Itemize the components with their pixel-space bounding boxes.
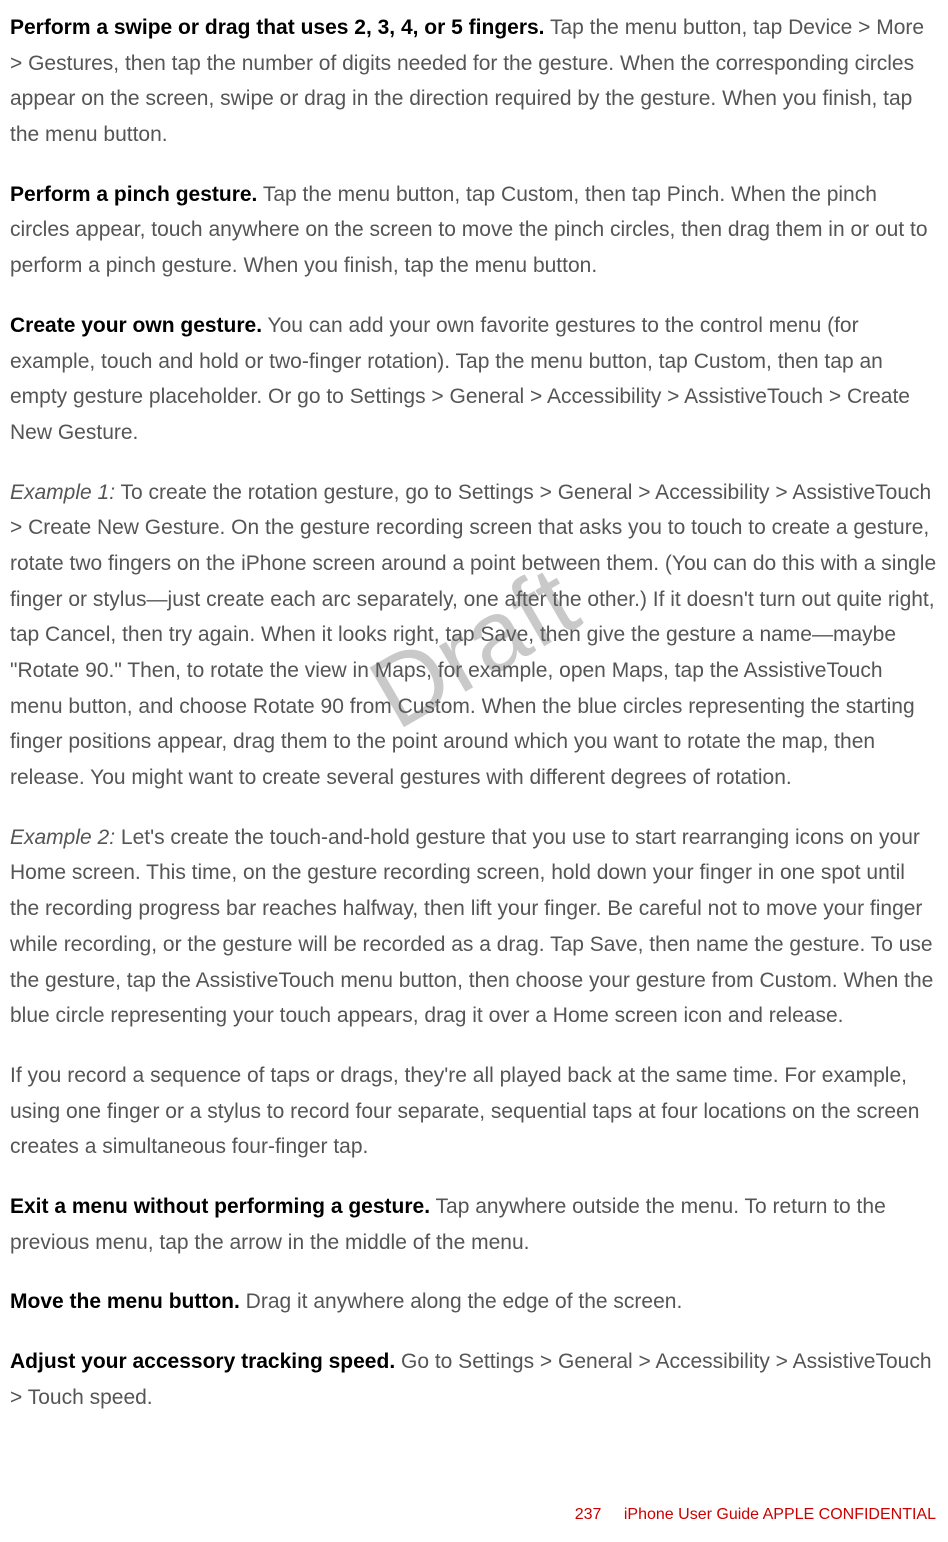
paragraph-example-1: Example 1: To create the rotation gestur… — [10, 475, 938, 796]
paragraph-sequence: If you record a sequence of taps or drag… — [10, 1058, 938, 1165]
document-body: Perform a swipe or drag that uses 2, 3, … — [10, 10, 938, 1415]
lead-create-gesture: Create your own gesture. — [10, 314, 262, 337]
confidential-label: APPLE CONFIDENTIAL — [759, 1506, 936, 1523]
lead-exit-menu: Exit a menu without performing a gesture… — [10, 1195, 430, 1218]
doc-title: iPhone User Guide — [624, 1506, 759, 1523]
page-footer: 237 iPhone User Guide APPLE CONFIDENTIAL — [575, 1506, 936, 1524]
body-example-1: To create the rotation gesture, go to Se… — [10, 481, 936, 790]
page-number: 237 — [575, 1506, 602, 1523]
paragraph-move-button: Move the menu button. Drag it anywhere a… — [10, 1284, 938, 1320]
lead-example-1: Example 1: — [10, 481, 115, 504]
paragraph-exit-menu: Exit a menu without performing a gesture… — [10, 1189, 938, 1260]
lead-example-2: Example 2: — [10, 826, 115, 849]
paragraph-pinch: Perform a pinch gesture. Tap the menu bu… — [10, 177, 938, 284]
body-example-2: Let's create the touch-and-hold gesture … — [10, 826, 933, 1027]
body-move-button: Drag it anywhere along the edge of the s… — [240, 1290, 682, 1313]
paragraph-example-2: Example 2: Let's create the touch-and-ho… — [10, 820, 938, 1034]
paragraph-tracking-speed: Adjust your accessory tracking speed. Go… — [10, 1344, 938, 1415]
lead-pinch: Perform a pinch gesture. — [10, 183, 257, 206]
lead-tracking-speed: Adjust your accessory tracking speed. — [10, 1350, 395, 1373]
body-sequence: If you record a sequence of taps or drag… — [10, 1064, 919, 1158]
paragraph-swipe-drag: Perform a swipe or drag that uses 2, 3, … — [10, 10, 938, 153]
paragraph-create-gesture: Create your own gesture. You can add you… — [10, 308, 938, 451]
lead-swipe-drag: Perform a swipe or drag that uses 2, 3, … — [10, 16, 545, 39]
lead-move-button: Move the menu button. — [10, 1290, 240, 1313]
